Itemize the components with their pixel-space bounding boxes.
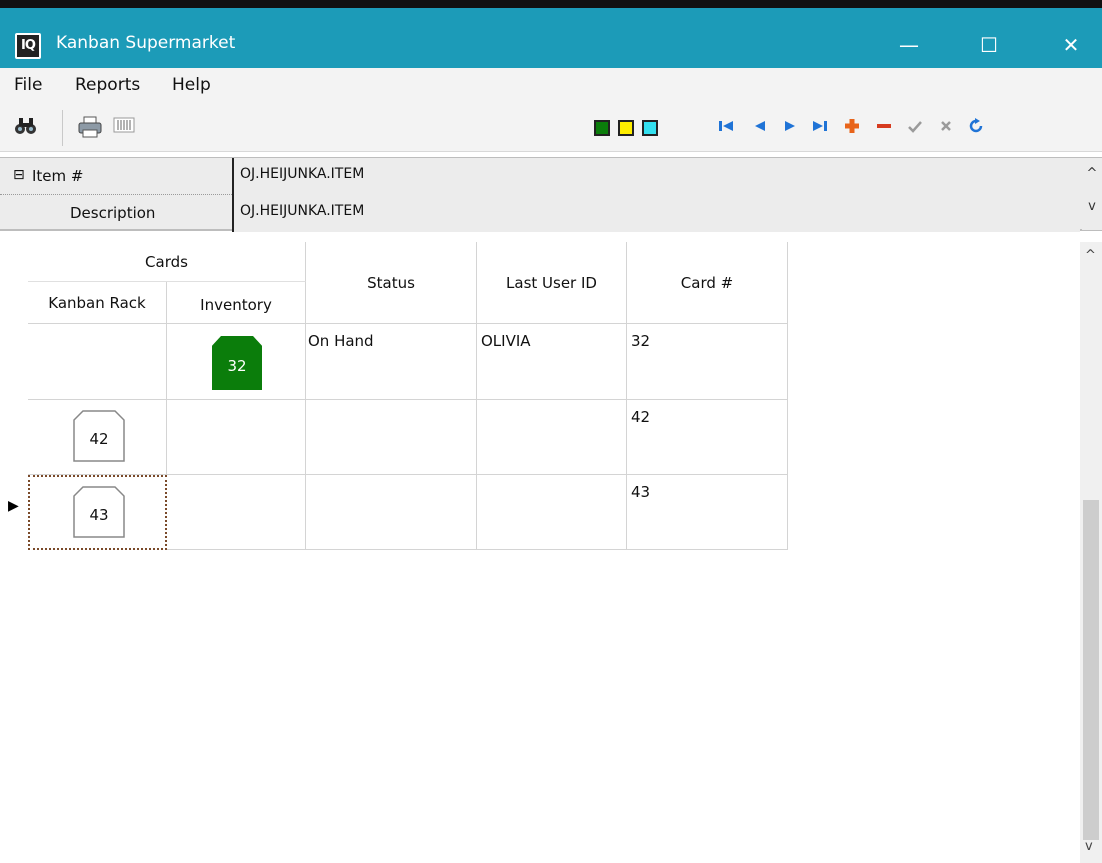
toolbar-separator [62,110,63,146]
minimize-button[interactable]: — [885,23,933,68]
next-record-icon[interactable] [780,116,802,138]
toolbar [0,102,1102,152]
cell-inventory[interactable]: 32 [167,324,306,400]
description-field[interactable]: OJ.HEIJUNKA.ITEM [232,195,1080,232]
cell-last-user-id[interactable]: OLIVIA [477,324,627,400]
card-number-value: 32 [631,332,651,350]
kanban-rack-card-label: 42 [89,430,109,448]
row-indicator-icon: ▶ [8,498,19,514]
cell-last-user-id[interactable] [477,475,627,550]
last-user-id-value: OLIVIA [481,332,531,350]
cyan-filter-button[interactable] [642,120,658,136]
close-button[interactable]: ✕ [1047,23,1095,68]
col-kanban-rack[interactable]: Kanban Rack [28,282,167,324]
cell-kanban-rack-selected[interactable]: 43 [28,475,167,550]
card-number-value: 43 [631,483,651,501]
inventory-card[interactable]: 32 [212,336,262,390]
cell-status[interactable]: On Hand [306,324,477,400]
card-number-value: 42 [631,408,651,426]
description-row: Description OJ.HEIJUNKA.ITEM [0,195,1080,232]
prev-record-icon[interactable] [750,116,772,138]
barcode-icon[interactable] [113,116,135,138]
item-header-panel: ⊟ Item # OJ.HEIJUNKA.ITEM Description OJ… [0,157,1102,232]
cell-last-user-id[interactable] [477,400,627,475]
cell-kanban-rack[interactable] [28,324,167,400]
first-record-icon[interactable] [716,116,738,138]
cancel-icon[interactable] [936,116,958,138]
cell-card-number[interactable]: 43 [627,475,788,550]
post-icon[interactable] [905,116,927,138]
item-row: ⊟ Item # OJ.HEIJUNKA.ITEM [0,158,1080,195]
scrollbar-thumb[interactable] [1083,500,1099,840]
menu-file[interactable]: File [14,75,42,95]
menu-help[interactable]: Help [172,75,211,95]
kanban-rack-card-label: 43 [89,506,109,524]
app-icon: IQ [15,33,41,59]
item-label: Item # [32,167,84,185]
col-card-number[interactable]: Card # [627,242,788,324]
col-status[interactable]: Status [306,242,477,324]
col-last-user-id[interactable]: Last User ID [477,242,627,324]
window-title: Kanban Supermarket [56,33,236,53]
cell-inventory[interactable] [167,400,306,475]
menu-reports[interactable]: Reports [75,75,140,95]
refresh-icon[interactable] [966,116,988,138]
cell-card-number[interactable]: 42 [627,400,788,475]
header-scroll-up-icon[interactable]: ^ [1082,166,1102,181]
scroll-up-icon[interactable]: ^ [1085,248,1096,263]
col-inventory[interactable]: Inventory [167,282,306,324]
menu-bar: File Reports Help [0,68,1102,102]
kanban-rack-card[interactable]: 42 [73,410,125,462]
cell-card-number[interactable]: 32 [627,324,788,400]
title-bar: IQ Kanban Supermarket — ☐ ✕ [0,0,1102,68]
cell-inventory[interactable] [167,475,306,550]
yellow-filter-button[interactable] [618,120,634,136]
kanban-rack-card[interactable]: 43 [73,486,125,538]
header-scrollbar[interactable]: ^ v [1082,158,1102,230]
add-record-icon[interactable] [842,116,864,138]
last-record-icon[interactable] [810,116,832,138]
print-icon[interactable] [78,116,102,138]
cards-group-header: Cards [28,242,306,282]
delete-record-icon[interactable] [874,116,896,138]
item-field[interactable]: OJ.HEIJUNKA.ITEM [232,158,1080,195]
collapse-icon[interactable]: ⊟ [13,167,25,183]
grid-scrollbar[interactable]: ^ v [1080,242,1102,863]
green-filter-button[interactable] [594,120,610,136]
cell-kanban-rack[interactable]: 42 [28,400,167,475]
description-label: Description [70,204,156,222]
maximize-button[interactable]: ☐ [965,23,1013,68]
cell-status[interactable] [306,400,477,475]
find-icon[interactable] [14,116,36,138]
cell-status[interactable] [306,475,477,550]
scroll-down-icon[interactable]: v [1085,839,1093,854]
status-value: On Hand [308,332,374,350]
header-scroll-down-icon[interactable]: v [1082,199,1102,214]
